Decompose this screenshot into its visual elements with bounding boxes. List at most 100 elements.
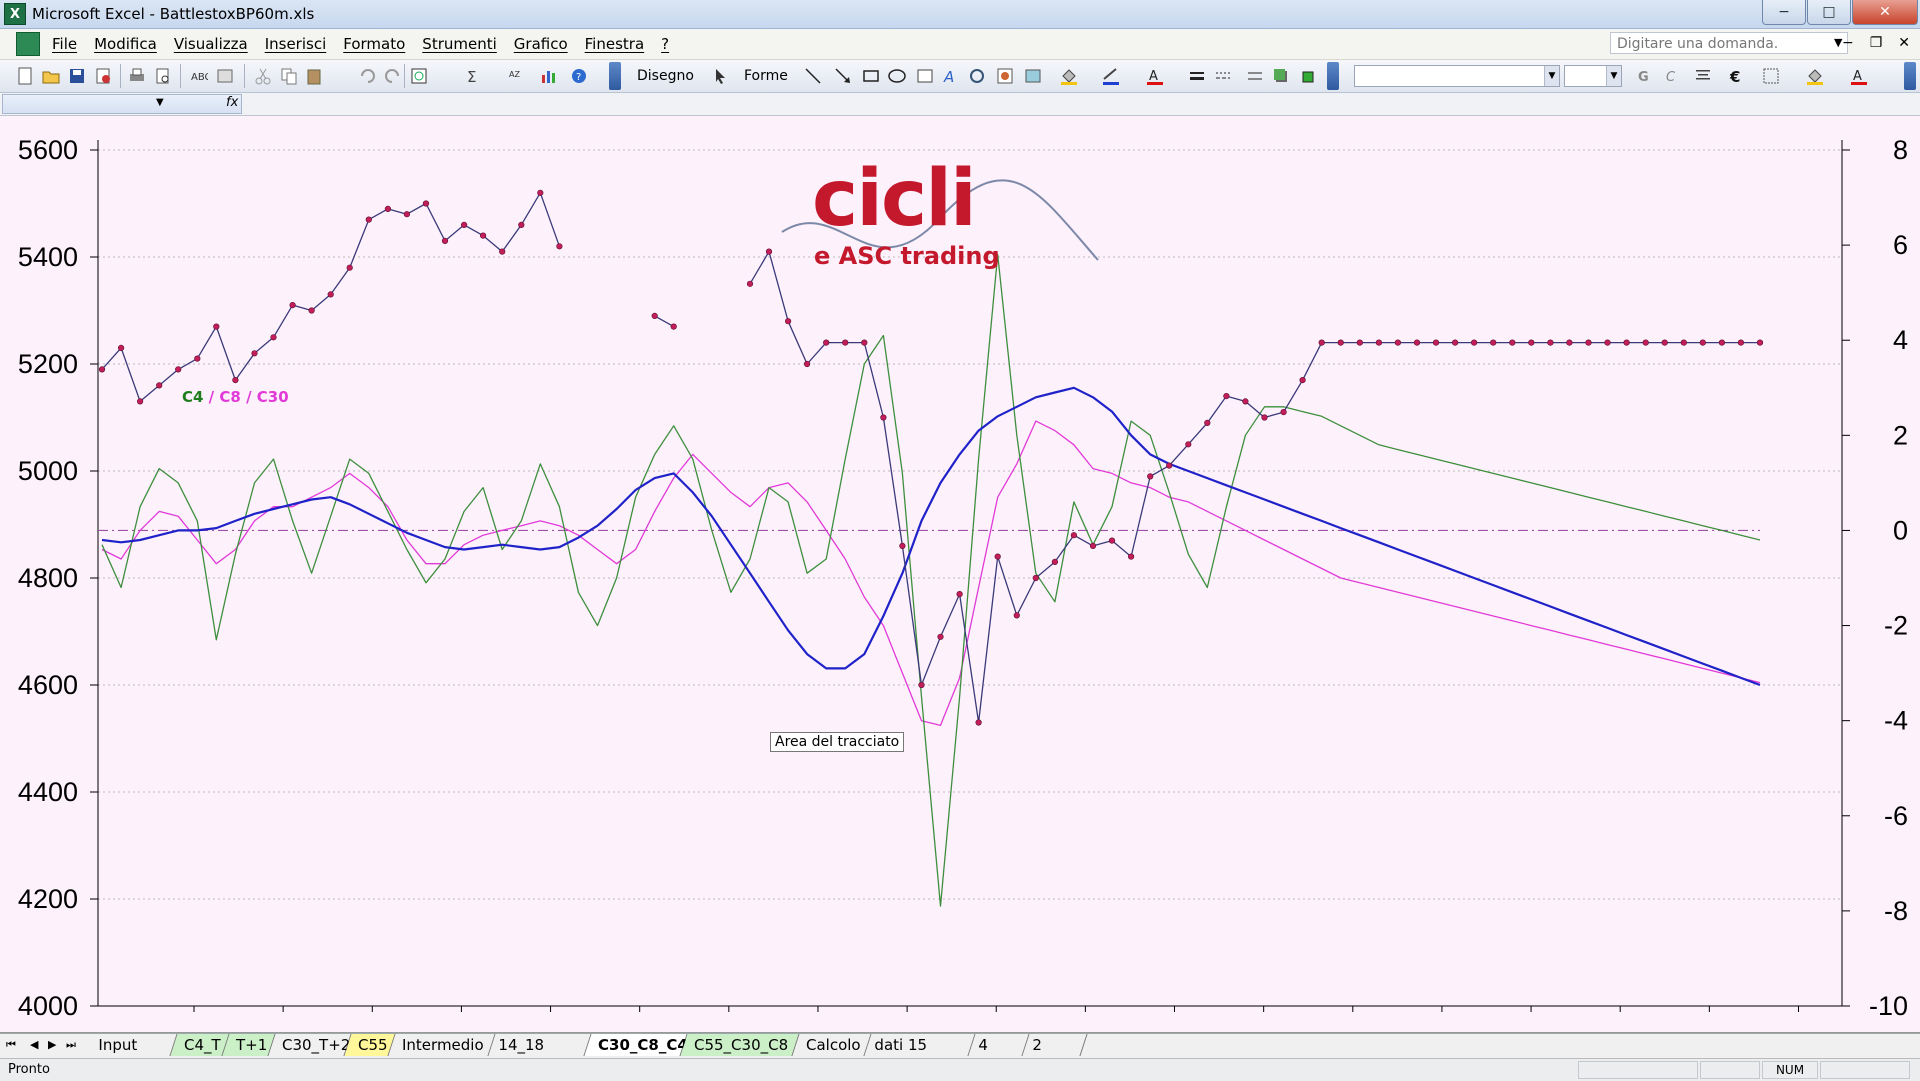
toolbar-grip[interactable]: [609, 62, 621, 90]
sheet-tab[interactable]: C4_T: [170, 1034, 230, 1056]
sheet-tab[interactable]: dati 15 min: [864, 1034, 976, 1076]
borders-icon[interactable]: [1762, 67, 1780, 85]
oval-icon[interactable]: [888, 67, 906, 85]
chevron-down-icon[interactable]: ▼: [1606, 66, 1621, 86]
menu-finestra[interactable]: Finestra: [585, 35, 645, 53]
print-icon[interactable]: [128, 67, 146, 85]
sheet-tab[interactable]: Input dati: [88, 1034, 178, 1076]
text-box-icon[interactable]: [916, 67, 934, 85]
price-marker: [384, 205, 392, 212]
chart-area[interactable]: 5600 5400 5200 5000 4800 4600 4400 4200 4000 8 6 4 2…: [0, 116, 1920, 1033]
hyperlink-icon[interactable]: [410, 67, 428, 85]
minimize-button[interactable]: −: [1762, 0, 1806, 25]
open-icon[interactable]: [42, 67, 60, 85]
rectangle-icon[interactable]: [862, 67, 880, 85]
paste-icon[interactable]: [306, 67, 324, 85]
dash-style-icon[interactable]: [1214, 67, 1232, 85]
currency-icon[interactable]: €: [1728, 67, 1746, 85]
wordart-icon[interactable]: A: [942, 67, 960, 85]
sheet-tab[interactable]: C55_C30_C8: [680, 1034, 800, 1056]
toolbar-grip[interactable]: [1327, 62, 1339, 90]
help-icon[interactable]: ?: [570, 67, 588, 85]
menu-formato[interactable]: Formato: [343, 35, 405, 53]
arrow-style-icon[interactable]: [1246, 67, 1264, 85]
price-marker: [651, 312, 658, 319]
prev-sheet-icon[interactable]: ◀: [30, 1038, 38, 1051]
sheet-tab[interactable]: C30_C8_C4: [584, 1034, 688, 1056]
toolbar-grip[interactable]: [1904, 62, 1916, 90]
sheet-tab[interactable]: C55: [344, 1034, 396, 1056]
italic-icon[interactable]: C: [1662, 67, 1680, 85]
menu-modifica[interactable]: Modifica: [94, 35, 157, 53]
sheet-tab[interactable]: Calcolo: [792, 1034, 872, 1056]
price-marker: [899, 542, 906, 550]
doc-close-button[interactable]: ✕: [1898, 35, 1910, 51]
spelling-icon[interactable]: ABC: [190, 67, 208, 85]
print-preview-icon[interactable]: [154, 67, 172, 85]
menu-inserisci[interactable]: Inserisci: [265, 35, 327, 53]
menu-help[interactable]: ?: [661, 35, 669, 53]
first-sheet-icon[interactable]: ⏮: [6, 1038, 16, 1052]
cut-icon[interactable]: [254, 67, 272, 85]
autosum-icon[interactable]: Σ: [464, 67, 482, 85]
workbook-icon[interactable]: [16, 32, 40, 56]
next-sheet-icon[interactable]: ▶: [48, 1038, 56, 1051]
status-bar: Pronto NUM: [0, 1058, 1920, 1081]
fill-color-icon[interactable]: [1060, 67, 1078, 85]
permission-icon[interactable]: [94, 67, 112, 85]
arrow-icon[interactable]: [834, 67, 852, 85]
new-icon[interactable]: [16, 67, 34, 85]
undo-icon[interactable]: [358, 67, 376, 85]
line-icon[interactable]: [804, 67, 822, 85]
clipart-icon[interactable]: [996, 67, 1014, 85]
sheet-tab[interactable]: Intermedio: [388, 1034, 496, 1056]
font-size-select[interactable]: ▼: [1564, 65, 1622, 87]
price-marker: [1432, 339, 1440, 346]
line-style-icon[interactable]: [1188, 67, 1206, 85]
select-arrow-icon[interactable]: [712, 67, 730, 85]
excel-icon[interactable]: X: [4, 3, 26, 25]
price-marker: [556, 243, 563, 250]
chart-wizard-icon[interactable]: [540, 67, 558, 85]
shadow-icon[interactable]: [1272, 67, 1290, 85]
chevron-down-icon[interactable]: ▼: [156, 97, 164, 108]
line-color-icon[interactable]: [1102, 67, 1120, 85]
name-box[interactable]: ▼: [2, 94, 242, 114]
font-color-icon[interactable]: A: [1146, 67, 1164, 85]
menu-strumenti[interactable]: Strumenti: [422, 35, 496, 53]
align-icon[interactable]: [1694, 67, 1712, 85]
sheet-tab[interactable]: 14_18 mesi: [488, 1034, 592, 1076]
help-search-input[interactable]: Digitare una domanda.: [1610, 32, 1848, 54]
sheet-tab[interactable]: T+1: [222, 1034, 276, 1056]
picture-icon[interactable]: [1024, 67, 1042, 85]
redo-icon[interactable]: [384, 67, 402, 85]
bold-icon[interactable]: G: [1634, 67, 1652, 85]
menu-grafico[interactable]: Grafico: [514, 35, 568, 53]
fill-color-icon[interactable]: [1806, 67, 1824, 85]
close-button[interactable]: ✕: [1852, 0, 1918, 25]
sheet-tab[interactable]: 4 Anni: [968, 1034, 1030, 1076]
chevron-down-icon[interactable]: ▼: [1544, 66, 1559, 86]
menu-visualizza[interactable]: Visualizza: [174, 35, 248, 53]
sort-icon[interactable]: AZ: [508, 67, 526, 85]
series-c8-line: [101, 420, 1761, 727]
font-name-select[interactable]: ▼: [1354, 65, 1560, 87]
function-icon[interactable]: fx: [226, 95, 238, 110]
y-left-tick-label: 5200: [18, 349, 78, 379]
diagram-icon[interactable]: [968, 67, 986, 85]
font-color-icon[interactable]: A: [1850, 67, 1868, 85]
doc-minimize-button[interactable]: −: [1842, 35, 1854, 51]
sheet-tab[interactable]: 2 Anni: [1022, 1034, 1088, 1076]
research-icon[interactable]: [216, 67, 234, 85]
maximize-button[interactable]: □: [1807, 0, 1851, 25]
shapes-menu[interactable]: Forme: [744, 68, 788, 84]
doc-restore-button[interactable]: ❐: [1870, 35, 1883, 51]
save-icon[interactable]: [68, 67, 86, 85]
menu-file[interactable]: File: [52, 35, 77, 53]
last-sheet-icon[interactable]: ⏭: [66, 1038, 76, 1052]
menu-bar: File Modifica Visualizza Inserisci Forma…: [0, 29, 1920, 60]
sheet-tab[interactable]: C30_T+2: [268, 1034, 352, 1056]
copy-icon[interactable]: [280, 67, 298, 85]
draw-menu[interactable]: Disegno: [637, 68, 694, 84]
3d-icon[interactable]: [1300, 67, 1318, 85]
